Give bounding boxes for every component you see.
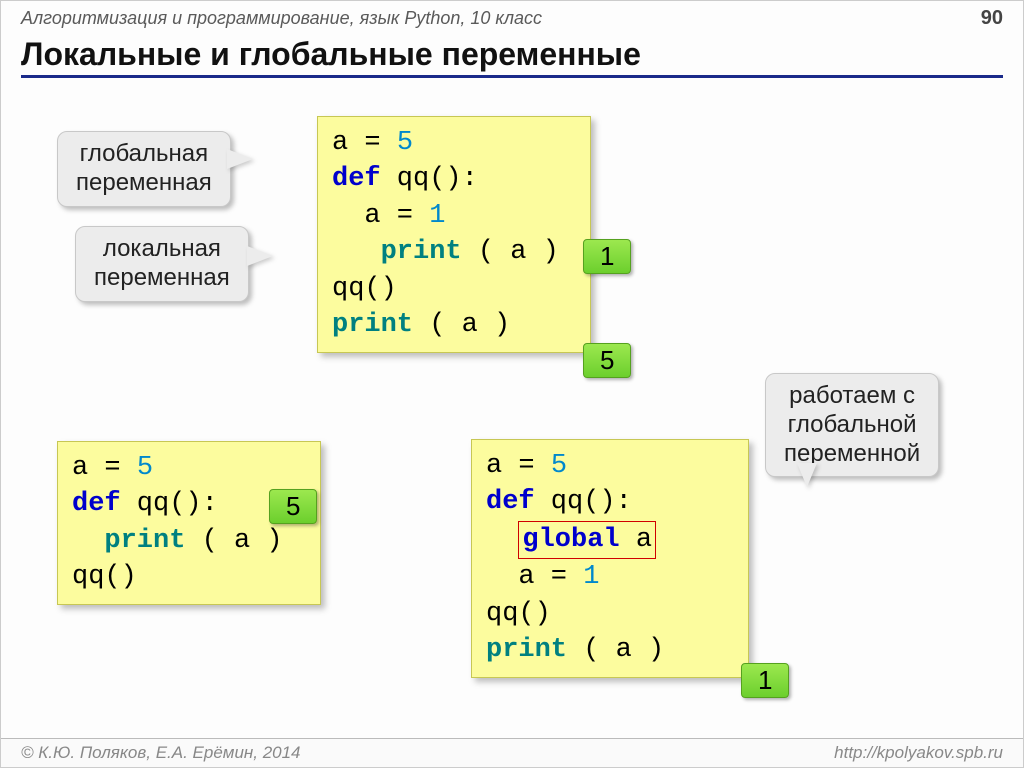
callout-tail-icon (227, 149, 253, 169)
title-underline (21, 75, 1003, 78)
copyright: © К.Ю. Поляков, Е.А. Ерёмин, 2014 (21, 743, 301, 763)
footer-url: http://kpolyakov.spb.ru (834, 743, 1003, 763)
code-block-3: a = 5 def qq(): global a a = 1 qq() prin… (471, 439, 749, 678)
page-number: 90 (981, 7, 1003, 30)
page-title: Локальные и глобальные переменные (1, 32, 1023, 73)
content-area: глобальная переменная локальная переменн… (1, 91, 1023, 735)
callout-line: переменная (76, 169, 212, 196)
callout-line: работаем с (789, 382, 915, 409)
output-badge: 1 (583, 239, 631, 274)
callout-line: переменная (94, 264, 230, 291)
callout-global-variable: глобальная переменная (57, 131, 231, 207)
course-label: Алгоритмизация и программирование, язык … (21, 8, 542, 29)
callout-line: глобальной (788, 411, 917, 438)
output-badge: 5 (269, 489, 317, 524)
callout-tail-icon (247, 246, 273, 266)
callout-line: глобальная (80, 140, 209, 167)
callout-tail-icon (797, 463, 817, 487)
output-badge: 5 (583, 343, 631, 378)
callout-local-variable: локальная переменная (75, 226, 249, 302)
callout-line: локальная (103, 235, 221, 262)
slide-header: Алгоритмизация и программирование, язык … (1, 1, 1023, 32)
output-badge: 1 (741, 663, 789, 698)
slide-footer: © К.Ю. Поляков, Е.А. Ерёмин, 2014 http:/… (1, 738, 1023, 767)
code-block-1: a = 5 def qq(): a = 1 print ( a ) qq() p… (317, 116, 591, 353)
callout-working-global: работаем с глобальной переменной (765, 373, 939, 477)
